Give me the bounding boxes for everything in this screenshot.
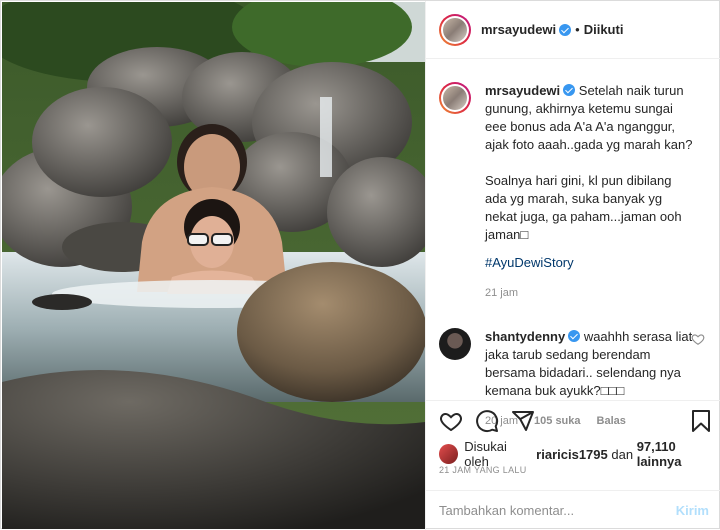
comment-icon[interactable] xyxy=(475,409,499,433)
caption-username[interactable]: mrsayudewi xyxy=(485,83,560,98)
commenter-avatar[interactable] xyxy=(439,328,471,360)
author-avatar[interactable] xyxy=(439,13,471,46)
caption-time[interactable]: 21 jam xyxy=(485,284,518,302)
liker-avatar[interactable] xyxy=(439,444,459,464)
post-timestamp[interactable]: 21 JAM YANG LALU xyxy=(439,465,527,475)
caption-text: Setelah naik turun gunung, akhirnya kete… xyxy=(485,83,693,242)
likes-middle: dan xyxy=(611,446,634,462)
comments-list[interactable]: mrsayudewi Setelah naik turun gunung, ak… xyxy=(426,60,720,427)
post-panel: mrsayudewi • Diikuti mrsayudewi Setelah … xyxy=(425,1,720,530)
hashtag-link[interactable]: #AyuDewiStory xyxy=(485,254,695,272)
comment-input[interactable] xyxy=(439,503,676,518)
likes-count[interactable]: 97,110 lainnya xyxy=(637,439,720,469)
share-icon[interactable] xyxy=(511,409,535,433)
verified-badge-icon xyxy=(563,84,576,96)
commenter-username[interactable]: shantydenny xyxy=(485,329,565,344)
heart-icon[interactable] xyxy=(439,409,463,433)
verified-badge-icon xyxy=(568,330,581,342)
following-button[interactable]: Diikuti xyxy=(584,22,624,37)
liker-username[interactable]: riaricis1795 xyxy=(536,447,608,462)
verified-badge-icon xyxy=(559,23,572,36)
post-comment-button[interactable]: Kirim xyxy=(676,503,709,518)
caption-author-avatar[interactable] xyxy=(439,82,471,114)
caption: mrsayudewi Setelah naik turun gunung, ak… xyxy=(439,82,707,302)
post-actions: Disukai oleh riaricis1795 dan 97,110 lai… xyxy=(426,400,720,530)
post-photo[interactable] xyxy=(2,2,425,529)
add-comment-bar: Kirim xyxy=(426,490,720,530)
photo-river-scene xyxy=(2,2,425,529)
action-icons xyxy=(439,405,713,437)
separator-dot: • xyxy=(575,22,580,37)
post-dialog: mrsayudewi • Diikuti mrsayudewi Setelah … xyxy=(0,0,720,530)
post-header: mrsayudewi • Diikuti xyxy=(426,1,720,59)
comment-like-heart-icon[interactable] xyxy=(691,332,705,346)
bookmark-icon[interactable] xyxy=(689,409,713,433)
author-username[interactable]: mrsayudewi xyxy=(481,22,556,37)
